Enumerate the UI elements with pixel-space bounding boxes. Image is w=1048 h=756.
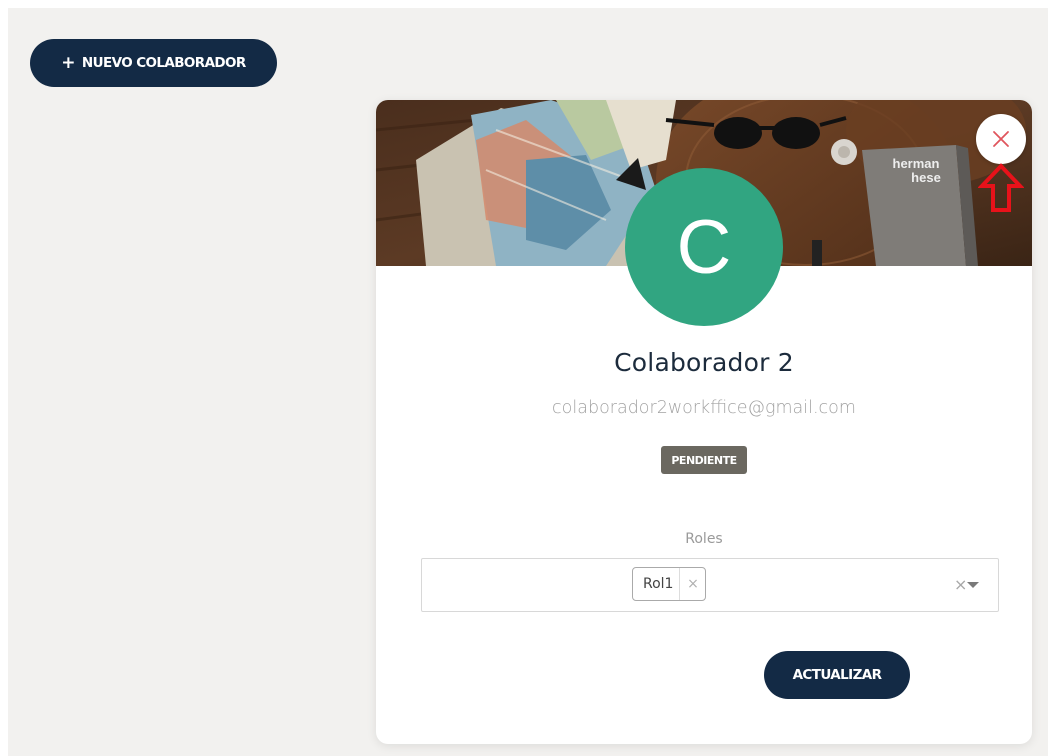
roles-label: Roles	[685, 531, 723, 547]
update-button[interactable]: ACTUALIZAR	[764, 651, 910, 699]
role-tag-label: Rol1	[643, 576, 674, 592]
arrow-up-icon	[978, 163, 1024, 212]
new-collaborator-button[interactable]: + NUEVO COLABORADOR	[30, 39, 277, 87]
collaborator-card: herman hese C Colaborador 2 colaborador2…	[376, 100, 1032, 744]
caret-down-icon[interactable]	[967, 582, 979, 588]
close-icon	[993, 131, 1009, 147]
collaborator-email: colaborador2workffice@gmail.com	[552, 398, 856, 418]
plus-icon: +	[61, 52, 75, 73]
new-collaborator-label: NUEVO COLABORADOR	[81, 55, 246, 71]
book-title-line2: hese	[911, 170, 941, 185]
roles-select[interactable]: Rol1 × ×	[421, 558, 999, 612]
avatar: C	[625, 168, 783, 326]
avatar-initial: C	[676, 204, 732, 290]
remove-tag-icon[interactable]: ×	[679, 568, 705, 600]
status-badge: PENDIENTE	[661, 446, 747, 474]
collaborator-name: Colaborador 2	[614, 348, 794, 377]
close-button[interactable]	[976, 114, 1026, 164]
clear-icon[interactable]: ×	[954, 575, 967, 594]
book-title-line1: herman	[893, 156, 940, 171]
role-tag: Rol1 ×	[632, 567, 707, 601]
